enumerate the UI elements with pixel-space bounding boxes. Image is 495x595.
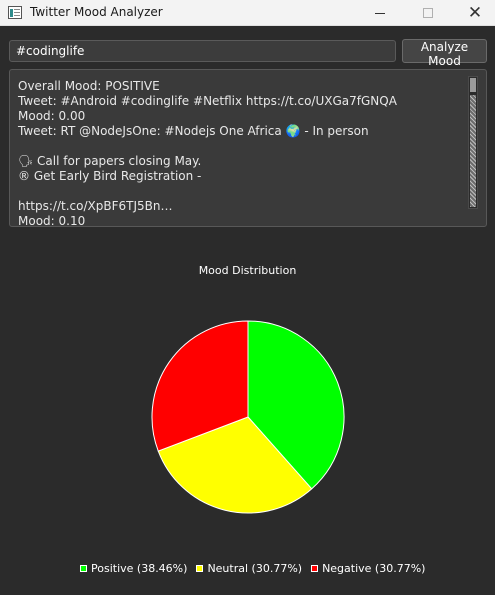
- legend-swatch: [196, 565, 204, 572]
- window-title: Twitter Mood Analyzer: [30, 5, 163, 19]
- legend-swatch: [311, 565, 319, 572]
- minimize-icon: [375, 12, 385, 14]
- legend-label: Positive (38.46%): [91, 562, 188, 575]
- legend-label: Negative (30.77%): [322, 562, 426, 575]
- analyze-mood-button[interactable]: Analyze Mood: [402, 39, 487, 68]
- result-line: Mood: 0.00: [18, 109, 86, 123]
- result-line: 🗣 Call for papers closing May.: [18, 154, 202, 168]
- result-line: ® Get Early Bird Registration -: [18, 169, 202, 183]
- title-bar: Twitter Mood Analyzer ✕: [0, 0, 495, 26]
- legend-swatch: [80, 565, 87, 572]
- legend-item-positive: Positive (38.46%): [80, 562, 187, 575]
- chart-title: Mood Distribution: [198, 264, 297, 277]
- legend-item-neutral: Neutral (30.77%): [196, 562, 302, 575]
- close-icon: ✕: [467, 3, 483, 23]
- hashtag-search-input[interactable]: [9, 40, 396, 62]
- result-line: https://t.co/XpBF6TJ5Bn…: [18, 199, 173, 213]
- scroll-up-arrow-icon[interactable]: [470, 78, 476, 92]
- maximize-button[interactable]: [405, 0, 451, 26]
- result-line: Tweet: #Android #codinglife #Netflix htt…: [18, 94, 397, 108]
- chart-legend: Positive (38.46%) Neutral (30.77%) Negativ…: [80, 562, 434, 575]
- result-line: Mood: 0.10: [18, 214, 86, 227]
- result-line: Overall Mood: POSITIVE: [18, 79, 160, 93]
- result-line: Tweet: RT @NodeJsOne: #Nodejs One Africa…: [18, 124, 369, 138]
- legend-label: Neutral (30.77%): [207, 562, 303, 575]
- minimize-button[interactable]: [357, 0, 403, 26]
- results-text-area[interactable]: Overall Mood: POSITIVE Tweet: #Android #c…: [9, 69, 487, 227]
- scrollbar-thumb[interactable]: [470, 95, 476, 207]
- legend-item-negative: Negative (30.77%): [311, 562, 425, 575]
- result-line: [18, 184, 468, 199]
- results-text: Overall Mood: POSITIVE Tweet: #Android #c…: [18, 79, 468, 227]
- mood-pie-chart: [151, 320, 345, 514]
- results-scrollbar[interactable]: [468, 76, 478, 209]
- maximize-icon: [423, 8, 433, 18]
- result-line: [18, 139, 468, 154]
- close-button[interactable]: ✕: [452, 0, 495, 26]
- app-window-icon: [8, 6, 22, 19]
